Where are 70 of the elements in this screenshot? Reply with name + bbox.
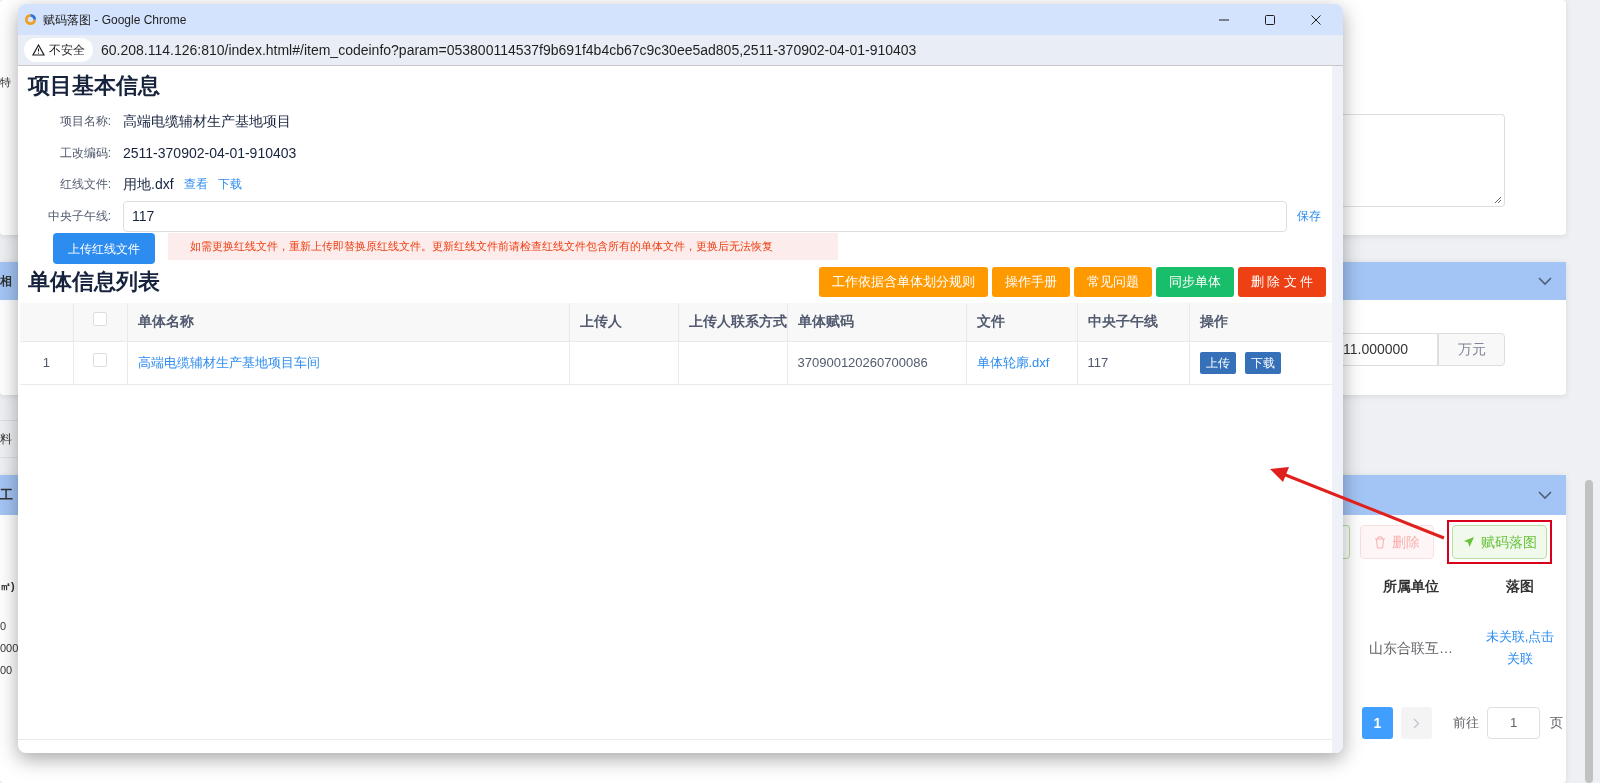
app-icon: [24, 13, 37, 26]
page-input[interactable]: 1: [1487, 707, 1540, 739]
close-icon: [1311, 14, 1321, 25]
link[interactable]: 高端电缆辅材生产基地项目车间: [137, 354, 320, 370]
column-header: 落图: [1506, 577, 1534, 594]
column-header: 操作: [1199, 313, 1228, 330]
link[interactable]: 查看: [183, 175, 208, 193]
header-title: 相: [0, 274, 12, 288]
security-badge[interactable]: 不安全: [24, 38, 93, 62]
table-cell: 山东合联互…: [1369, 639, 1453, 656]
column-header: ㎡): [0, 579, 15, 592]
send-icon: [1462, 536, 1475, 548]
scrollbar[interactable]: [1585, 480, 1593, 783]
scrollbar[interactable]: [1332, 66, 1343, 753]
link[interactable]: 单体轮廓.dxf: [976, 354, 1050, 370]
warning-icon: [32, 44, 45, 56]
field-label: 中央子午线:: [46, 208, 112, 225]
meridian-field[interactable]: 117: [123, 200, 1287, 232]
chevron-icon[interactable]: [1538, 490, 1552, 500]
table-cell-text: 000: [0, 641, 18, 656]
action-button[interactable]: 同步单体: [1155, 267, 1234, 297]
section-heading: 单体信息列表: [28, 268, 160, 296]
warning-message: 如需更换红线文件，重新上传即替换原红线文件。更新红线文件前请检查红线文件包含所有的单体文件，更换后无法恢复: [168, 233, 838, 260]
chevron-right-icon: [1413, 717, 1420, 729]
action-button[interactable]: 操作手册: [991, 267, 1070, 297]
section-heading: 项目基本信息: [28, 72, 161, 100]
column-header: 中央子午线: [1087, 313, 1158, 330]
unit-addon: 万元: [1438, 333, 1505, 366]
header-title: 工: [0, 487, 13, 503]
maximize-icon: [1265, 14, 1275, 25]
column-header: 上传人: [579, 313, 622, 330]
goto-suffix: 页: [1550, 714, 1563, 733]
trash-icon: [1374, 535, 1386, 549]
action-button[interactable]: 删 除 文 件: [1237, 267, 1326, 297]
goto-label: 前往: [1453, 714, 1479, 733]
table-cell-text: 0: [0, 619, 8, 634]
field-value: 2511-370902-04-01-910403: [123, 143, 297, 163]
table-cell: 117: [1087, 354, 1109, 370]
label-text: 特: [0, 75, 11, 90]
url-text[interactable]: 60.208.114.126:810/index.html#/item_codeinfo?param=053800114537f9b691f4b4cb67c9c30ee5ad805,2511-370902-04-01-910403: [101, 39, 917, 61]
link[interactable]: 下载: [217, 175, 242, 193]
tab-label[interactable]: 料: [0, 421, 18, 457]
row-number: 1: [42, 354, 50, 370]
table-cell: 370900120260700086: [797, 354, 928, 370]
checkbox[interactable]: [93, 312, 107, 327]
action-button[interactable]: 上传: [1199, 351, 1236, 374]
window-title: 赋码落图 - Google Chrome: [43, 11, 187, 29]
field-label: 工改编码:: [58, 145, 112, 162]
chevron-icon[interactable]: [1538, 276, 1552, 286]
action-button[interactable]: 工作依据含单体划分规则: [818, 267, 988, 297]
field-label: 项目名称:: [58, 113, 112, 130]
minimize-icon: [1219, 18, 1229, 21]
table-cell-text: 00: [0, 663, 14, 678]
column-header: 单体名称: [137, 313, 194, 330]
link[interactable]: 未关联,点击关联: [1480, 626, 1560, 670]
column-header: 所属单位: [1383, 577, 1439, 594]
action-button[interactable]: 下载: [1244, 351, 1281, 374]
resize-grip-icon[interactable]: [1494, 196, 1502, 204]
column-header: 上传人联系方式: [688, 313, 787, 330]
map-button[interactable]: 赋码落图: [1452, 525, 1547, 559]
checkbox[interactable]: [93, 352, 107, 367]
column-header: 单体赋码: [797, 313, 854, 330]
column-header: 文件: [976, 313, 1005, 330]
page-button[interactable]: 1: [1362, 707, 1393, 739]
action-button[interactable]: 常见问题: [1073, 267, 1152, 297]
upload-button[interactable]: 上传红线文件: [53, 233, 155, 264]
field-value: 高端电缆辅材生产基地项目: [123, 111, 291, 131]
file-name: 用地.dxf: [123, 174, 174, 194]
field-label: 红线文件:: [58, 176, 112, 193]
save-link[interactable]: 保存: [1297, 207, 1321, 225]
